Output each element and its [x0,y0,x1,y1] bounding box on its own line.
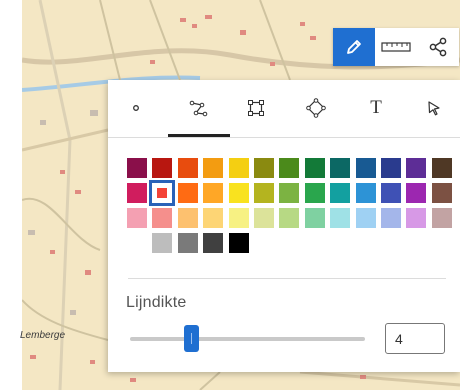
tab-point[interactable] [116,92,156,124]
color-swatch[interactable] [177,208,198,228]
color-swatch[interactable] [254,208,274,228]
color-swatch[interactable] [406,158,427,178]
ruler-icon [381,42,411,52]
color-swatch[interactable] [381,183,401,203]
color-swatch[interactable] [228,233,249,253]
color-swatch[interactable] [279,208,300,228]
tab-select[interactable] [414,92,454,124]
color-swatch[interactable] [228,208,249,228]
color-swatch[interactable] [330,183,351,203]
tab-text[interactable]: T [356,92,396,124]
color-swatch[interactable] [279,183,300,203]
color-swatch[interactable] [431,158,452,178]
color-swatch[interactable] [304,158,325,178]
drawing-panel: T Lijndikte 4 [108,80,460,372]
color-swatch[interactable] [431,208,452,228]
color-swatch[interactable] [228,183,249,203]
color-swatch[interactable] [152,158,173,178]
color-swatch[interactable] [381,208,401,228]
color-swatch[interactable] [355,208,376,228]
color-swatch[interactable] [254,158,274,178]
line-width-input[interactable]: 4 [385,323,445,354]
color-swatch-selected[interactable] [149,180,176,206]
color-swatch[interactable] [127,183,147,203]
tab-polyline[interactable] [179,92,219,124]
line-width-slider-track[interactable] [130,337,365,341]
color-swatch[interactable] [254,183,274,203]
color-swatch[interactable] [304,208,325,228]
color-swatch[interactable] [355,183,376,203]
map-toolbar [333,28,459,66]
color-swatch[interactable] [203,208,224,228]
color-swatch[interactable] [406,183,427,203]
map-place-label: Lemberge [20,330,66,341]
share-icon [429,37,447,57]
color-swatch[interactable] [355,158,376,178]
rectangle-tool-icon [248,100,264,116]
tab-rectangle[interactable] [236,92,276,124]
divider [128,278,446,279]
color-swatch[interactable] [330,208,351,228]
color-swatch[interactable] [127,208,147,228]
select-tool-icon [428,101,440,116]
color-swatch[interactable] [203,183,224,203]
color-swatch[interactable] [330,158,351,178]
color-swatch[interactable] [203,233,224,253]
pencil-icon [347,40,361,54]
color-swatch[interactable] [152,233,173,253]
color-swatch[interactable] [177,158,198,178]
active-tab-indicator [168,134,230,137]
draw-button[interactable] [333,28,375,66]
share-button[interactable] [417,28,459,66]
color-swatch[interactable] [406,208,427,228]
color-swatch[interactable] [381,158,401,178]
line-width-label: Lijndikte [126,294,187,311]
drawing-tool-tabs: T [108,80,460,138]
measure-button[interactable] [375,28,417,66]
color-swatch[interactable] [279,158,300,178]
color-swatch[interactable] [228,158,249,178]
tab-polygon[interactable] [296,92,336,124]
color-swatch[interactable] [203,158,224,178]
polygon-tool-icon [306,98,326,118]
color-swatch[interactable] [152,208,173,228]
color-swatch[interactable] [304,183,325,203]
map-left-edge [0,0,22,390]
color-swatch[interactable] [177,233,198,253]
color-swatch[interactable] [431,183,452,203]
polyline-tool-icon [189,100,208,117]
color-swatch[interactable] [177,183,198,203]
point-tool-icon [133,105,139,111]
color-swatch[interactable] [127,158,147,178]
line-width-slider-thumb[interactable] [183,325,199,352]
